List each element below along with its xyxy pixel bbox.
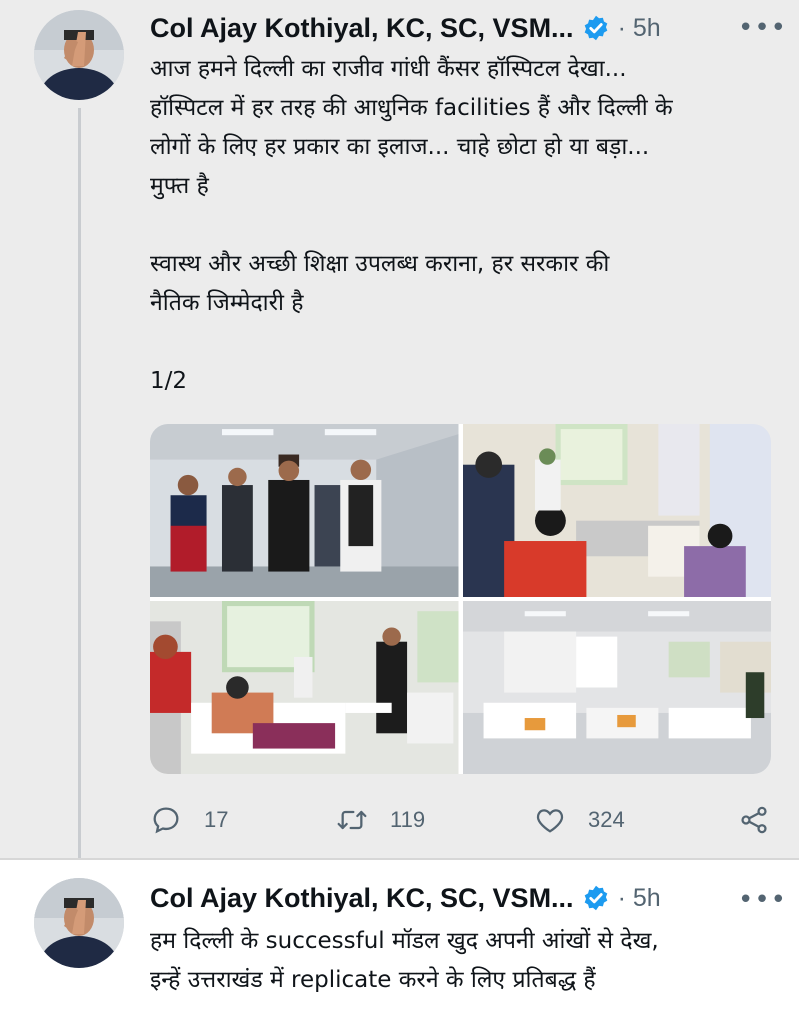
like-count: 324: [588, 807, 625, 832]
tweet-time[interactable]: · 5h: [618, 14, 661, 43]
tweet-actions: 17 119 324: [150, 800, 780, 840]
tweet-text-line: इन्हें उत्तराखंड में replicate करने के ल…: [150, 967, 596, 993]
thread-marker: 1/2: [150, 368, 188, 394]
tweet-header: Col Ajay Kothiyal, KC, SC, VSM... · 5h: [150, 8, 661, 48]
tweet-time[interactable]: · 5h: [618, 884, 661, 913]
share-button[interactable]: [738, 800, 770, 840]
media-grid[interactable]: [150, 424, 771, 774]
author-avatar[interactable]: [34, 878, 124, 968]
tweet-text-line: मुफ्त है: [150, 173, 209, 199]
tweet-text: आज हमने दिल्ली का राजीव गांधी कैंसर हॉस्…: [150, 50, 780, 401]
like-button[interactable]: 324: [534, 800, 625, 840]
tweet-text-line: हॉस्पिटल में हर तरह की आधुनिक facilities…: [150, 95, 673, 121]
tweet-header: Col Ajay Kothiyal, KC, SC, VSM... · 5h: [150, 878, 661, 918]
tweet-1[interactable]: Col Ajay Kothiyal, KC, SC, VSM... · 5h •…: [0, 0, 799, 860]
photo-ward-beds[interactable]: [150, 601, 459, 774]
photo-hospital-corridor[interactable]: [150, 424, 459, 597]
tweet-text-line: स्वास्थ और अच्छी शिक्षा उपलब्ध कराना, हर…: [150, 251, 610, 277]
retweet-count: 119: [390, 807, 426, 832]
more-options-icon[interactable]: •••: [738, 887, 787, 913]
verified-badge-icon: [582, 14, 610, 42]
author-name[interactable]: Col Ajay Kothiyal, KC, SC, VSM...: [150, 13, 574, 44]
tweet-2[interactable]: Col Ajay Kothiyal, KC, SC, VSM... · 5h •…: [0, 860, 799, 1024]
photo-ward-overview[interactable]: [462, 601, 771, 774]
thread-connector: [78, 108, 81, 868]
verified-badge-icon: [582, 884, 610, 912]
reply-button[interactable]: 17: [150, 800, 228, 840]
retweet-button[interactable]: 119: [336, 800, 425, 840]
tweet-text: हम दिल्ली के successful मॉडल खुद अपनी आं…: [150, 922, 780, 1000]
author-avatar[interactable]: [34, 10, 124, 100]
author-name[interactable]: Col Ajay Kothiyal, KC, SC, VSM...: [150, 883, 574, 914]
reply-icon: [150, 804, 182, 836]
tweet-text-line: आज हमने दिल्ली का राजीव गांधी कैंसर हॉस्…: [150, 56, 627, 82]
photo-patient-visit[interactable]: [462, 424, 771, 597]
tweet-text-line: हम दिल्ली के successful मॉडल खुद अपनी आं…: [150, 928, 659, 954]
share-icon: [738, 804, 770, 836]
heart-icon: [534, 804, 566, 836]
more-options-icon[interactable]: •••: [738, 15, 787, 41]
reply-count: 17: [204, 807, 229, 832]
retweet-icon: [336, 804, 368, 836]
tweet-text-line: नैतिक जिम्मेदारी है: [150, 290, 304, 316]
tweet-text-line: लोगों के लिए हर प्रकार का इलाज... चाहे छ…: [150, 134, 650, 160]
